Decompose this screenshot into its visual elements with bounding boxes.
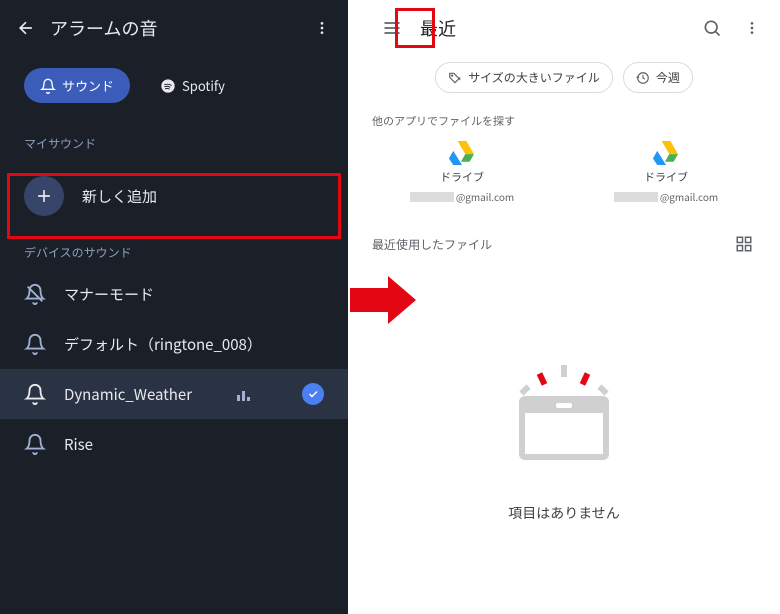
app-sources: ドライブ @gmail.com ドライブ @gmail.com (348, 133, 780, 224)
spotify-icon (160, 78, 176, 94)
drive-name: ドライブ (644, 169, 688, 185)
chip-this-week[interactable]: 今週 (623, 62, 693, 93)
more-vert-icon (744, 20, 760, 36)
tag-icon (448, 71, 462, 85)
add-new-label: 新しく追加 (82, 186, 157, 207)
more-vert-icon (314, 20, 330, 36)
plus-icon (34, 186, 54, 206)
back-arrow-icon (16, 18, 36, 38)
bell-off-icon (24, 283, 46, 305)
add-circle (24, 176, 64, 216)
drive-name: ドライブ (440, 169, 484, 185)
recent-files-row: 最近使用したファイル (348, 224, 780, 264)
bell-icon (40, 78, 56, 94)
file-picker-panel: 最近 サイズの大きいファイル 今週 他のアプリでファイルを探す ドライブ (348, 0, 780, 614)
sound-rise[interactable]: Rise (0, 419, 348, 469)
add-new-sound[interactable]: 新しく追加 (0, 160, 348, 232)
chip-week-label: 今週 (656, 69, 680, 86)
left-title: アラームの音 (50, 15, 308, 41)
chip-large-label: サイズの大きいファイル (468, 69, 600, 86)
sound-dynamic-label: Dynamic_Weather (64, 384, 192, 405)
empty-text: 項目はありません (508, 503, 620, 523)
back-button[interactable] (12, 14, 40, 42)
drive-icon (448, 141, 476, 165)
sound-default[interactable]: デフォルト（ringtone_008） (0, 319, 348, 369)
grid-icon (735, 235, 753, 253)
filter-chips: サイズの大きいファイル 今週 (348, 56, 780, 109)
chip-spotify[interactable]: Spotify (144, 68, 241, 103)
section-my-sound: マイサウンド (0, 123, 348, 160)
hamburger-icon (382, 18, 402, 38)
sound-rise-label: Rise (64, 434, 93, 455)
search-icon (702, 18, 722, 38)
sound-silent[interactable]: マナーモード (0, 269, 348, 319)
drive-account-2[interactable]: ドライブ @gmail.com (596, 141, 736, 204)
left-header: アラームの音 (0, 0, 348, 56)
right-header: 最近 (348, 0, 780, 56)
view-grid-button[interactable] (732, 232, 756, 256)
empty-box-icon (484, 343, 644, 483)
email-mask (614, 192, 658, 202)
empty-state: 項目はありません (348, 264, 780, 614)
history-icon (636, 71, 650, 85)
drive-account-1[interactable]: ドライブ @gmail.com (392, 141, 532, 204)
bell-icon (24, 383, 46, 405)
chip-spotify-label: Spotify (182, 76, 225, 95)
drive-icon (652, 141, 680, 165)
chip-sound[interactable]: サウンド (24, 68, 130, 103)
alarm-sound-panel: アラームの音 サウンド Spotify マイサウンド 新しく追加 デバイスのサウ… (0, 0, 348, 614)
chip-sound-label: サウンド (62, 76, 114, 95)
right-more-button[interactable] (740, 16, 764, 40)
find-other-apps-label: 他のアプリでファイルを探す (348, 109, 780, 133)
bell-icon (24, 333, 46, 355)
search-button[interactable] (700, 16, 724, 40)
chip-large-files[interactable]: サイズの大きいファイル (435, 62, 613, 93)
hamburger-button[interactable] (380, 16, 404, 40)
sound-silent-label: マナーモード (64, 284, 154, 305)
right-title: 最近 (420, 15, 684, 41)
bell-icon (24, 433, 46, 455)
email-domain: @gmail.com (660, 189, 718, 204)
recent-files-label: 最近使用したファイル (372, 236, 732, 253)
source-chips: サウンド Spotify (0, 56, 348, 123)
check-icon (307, 388, 319, 400)
sound-default-label: デフォルト（ringtone_008） (64, 334, 262, 355)
drive-account: @gmail.com (614, 189, 718, 204)
left-more-button[interactable] (308, 14, 336, 42)
selected-check (302, 383, 324, 405)
section-device-sound: デバイスのサウンド (0, 232, 348, 269)
equalizer-icon (237, 387, 250, 401)
email-domain: @gmail.com (456, 189, 514, 204)
email-mask (410, 192, 454, 202)
sound-dynamic-weather[interactable]: Dynamic_Weather (0, 369, 348, 419)
drive-account: @gmail.com (410, 189, 514, 204)
